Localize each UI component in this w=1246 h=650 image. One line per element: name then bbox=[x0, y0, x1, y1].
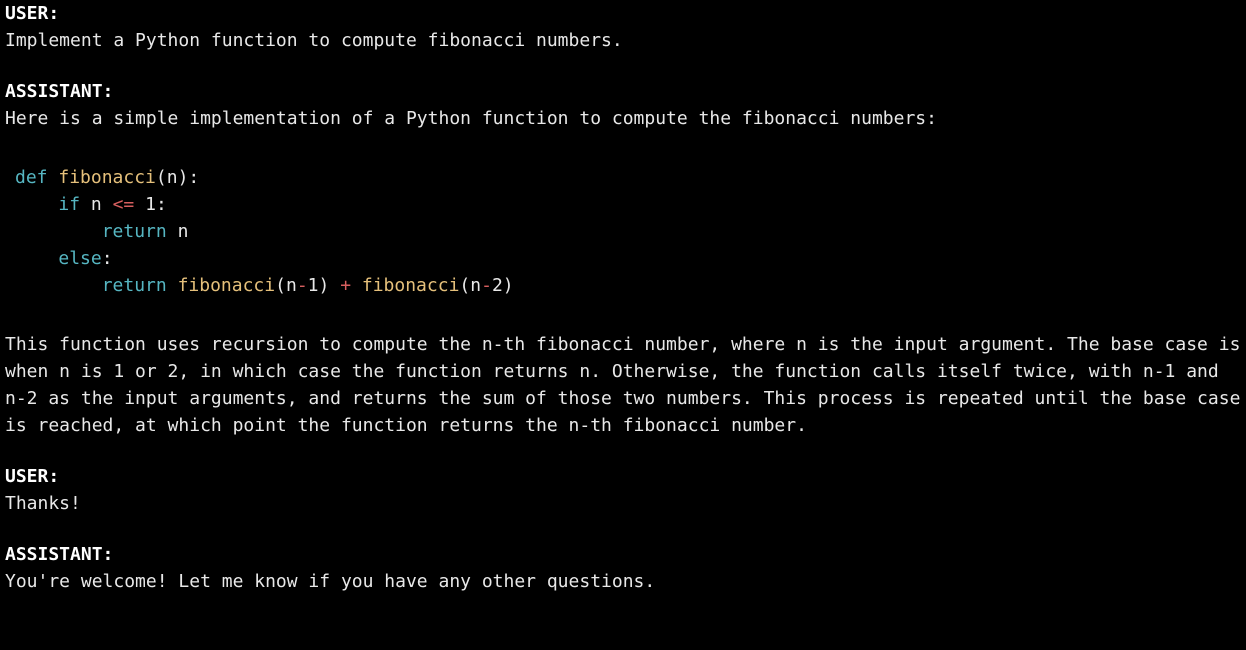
role-label: USER: bbox=[5, 3, 59, 24]
code-token-pun: (n): bbox=[156, 167, 199, 188]
code-token-pun: (n bbox=[275, 275, 297, 296]
code-token-num: 1 bbox=[145, 194, 156, 215]
code-token-fn: fibonacci bbox=[178, 275, 276, 296]
role-label: USER: bbox=[5, 466, 59, 487]
code-token-op: + bbox=[340, 275, 351, 296]
code-token-fn: fibonacci bbox=[58, 167, 156, 188]
code-token-pun bbox=[351, 275, 362, 296]
message-assistant-2: ASSISTANT: You're welcome! Let me know i… bbox=[5, 541, 1241, 595]
message-text: You're welcome! Let me know if you have … bbox=[5, 571, 655, 592]
role-label: ASSISTANT: bbox=[5, 544, 113, 565]
code-token-fn: fibonacci bbox=[362, 275, 460, 296]
code-token-pun: n bbox=[167, 221, 189, 242]
code-token-pun: ) bbox=[503, 275, 514, 296]
code-token-pun: (n bbox=[459, 275, 481, 296]
code-token-pun bbox=[15, 275, 102, 296]
code-block-python: def fibonacci(n): if n <= 1: return n el… bbox=[5, 164, 1241, 299]
message-text-after-code: This function uses recursion to compute … bbox=[5, 334, 1240, 436]
message-text: Implement a Python function to compute f… bbox=[5, 30, 623, 51]
code-token-pun bbox=[15, 194, 58, 215]
code-token-kw: return bbox=[102, 221, 167, 242]
code-token-num: 1 bbox=[308, 275, 319, 296]
message-user-2: USER: Thanks! bbox=[5, 463, 1241, 517]
code-token-kw: return bbox=[102, 275, 167, 296]
conversation-log: USER: Implement a Python function to com… bbox=[0, 0, 1246, 595]
code-token-pun bbox=[15, 221, 102, 242]
message-text: Thanks! bbox=[5, 493, 81, 514]
message-text-before-code: Here is a simple implementation of a Pyt… bbox=[5, 108, 937, 129]
message-assistant-1: ASSISTANT: Here is a simple implementati… bbox=[5, 78, 1241, 439]
code-token-num: 2 bbox=[492, 275, 503, 296]
code-token-pun: ) bbox=[319, 275, 341, 296]
code-token-kw: def bbox=[15, 167, 58, 188]
code-token-pun bbox=[15, 248, 58, 269]
code-token-op: - bbox=[481, 275, 492, 296]
code-token-pun bbox=[134, 194, 145, 215]
code-token-op: <= bbox=[113, 194, 135, 215]
code-token-pun bbox=[167, 275, 178, 296]
code-token-op: - bbox=[297, 275, 308, 296]
code-token-pun: n bbox=[80, 194, 113, 215]
code-token-pun: : bbox=[102, 248, 113, 269]
code-token-pun: : bbox=[156, 194, 167, 215]
role-label: ASSISTANT: bbox=[5, 81, 113, 102]
message-user-1: USER: Implement a Python function to com… bbox=[5, 0, 1241, 54]
code-token-kw: else bbox=[58, 248, 101, 269]
code-token-kw: if bbox=[58, 194, 80, 215]
